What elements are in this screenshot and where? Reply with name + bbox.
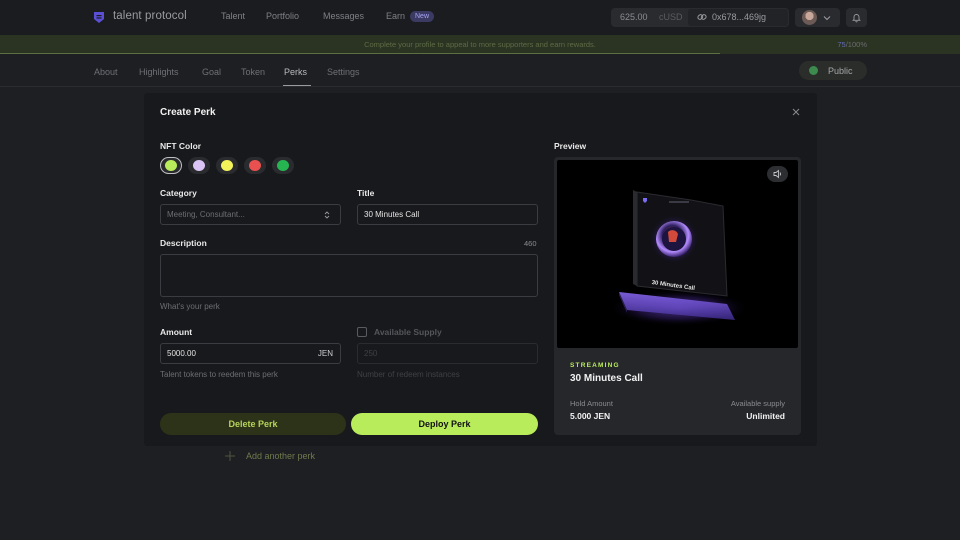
progress-value: 75 xyxy=(837,40,846,49)
swatch-dot xyxy=(277,160,289,171)
brand-name[interactable]: talent protocol xyxy=(113,10,187,22)
nav-link-talent[interactable]: Talent xyxy=(221,11,245,21)
category-placeholder: Meeting, Consultant... xyxy=(167,210,245,219)
title-label: Title xyxy=(357,188,375,198)
amount-currency-suffix: JEN xyxy=(317,349,333,358)
color-swatch-yellow[interactable] xyxy=(216,157,238,174)
add-another-perk-label: Add another perk xyxy=(246,451,316,461)
tab-goal[interactable]: Goal xyxy=(202,67,221,77)
category-select[interactable]: Meeting, Consultant... xyxy=(160,204,341,225)
banner-message: Complete your profile to appeal to more … xyxy=(364,40,596,49)
supply-placeholder: 250 xyxy=(364,349,378,358)
public-status-dot xyxy=(809,66,818,75)
bell-icon xyxy=(852,14,861,23)
avatar xyxy=(802,10,817,25)
color-swatch-green[interactable] xyxy=(272,157,294,174)
visibility-label: Public xyxy=(828,66,853,76)
nav-link-messages[interactable]: Messages xyxy=(323,11,364,21)
swatch-dot xyxy=(221,160,233,171)
balance-widget: 625.00 cUSD 0x678...469jg xyxy=(611,8,789,27)
nft-render xyxy=(609,190,749,326)
available-supply-input[interactable]: 250 xyxy=(357,343,538,364)
tab-token[interactable]: Token xyxy=(241,67,265,77)
description-textarea[interactable] xyxy=(160,254,538,297)
chevron-down-icon xyxy=(823,16,831,21)
create-perk-modal: Create Perk NFT Color Category Meeting, … xyxy=(144,93,817,446)
hold-amount-label: Hold Amount xyxy=(570,399,613,408)
amount-label: Amount xyxy=(160,327,193,337)
earn-new-badge: New xyxy=(410,11,435,22)
perk-preview-card: 30 Minutes Call STREAMING 30 Minutes Cal… xyxy=(554,157,801,435)
profile-menu-button[interactable] xyxy=(795,8,840,27)
title-input[interactable]: 30 Minutes Call xyxy=(357,204,538,225)
perk-type-tag: STREAMING xyxy=(570,362,620,369)
mute-button[interactable] xyxy=(767,166,788,182)
preview-label: Preview xyxy=(554,141,587,151)
link-icon xyxy=(697,14,707,20)
progress-total: /100% xyxy=(845,40,867,49)
swatch-dot xyxy=(249,160,261,171)
top-nav: talent protocol Talent Portfolio Message… xyxy=(0,0,960,35)
amount-input[interactable]: 5000.00 JEN xyxy=(160,343,341,364)
modal-title: Create Perk xyxy=(160,107,216,118)
tab-settings[interactable]: Settings xyxy=(327,67,360,77)
hold-amount-value: 5.000 JEN xyxy=(570,411,611,421)
tab-perks[interactable]: Perks xyxy=(284,67,307,77)
nav-link-portfolio[interactable]: Portfolio xyxy=(266,11,299,21)
available-supply-preview-value: Unlimited xyxy=(746,411,785,421)
tab-highlights[interactable]: Highlights xyxy=(139,67,179,77)
plus-icon xyxy=(225,451,235,461)
nft-color-label: NFT Color xyxy=(160,141,202,151)
amount-helper: Talent tokens to reedem this perk xyxy=(160,370,278,379)
swatch-dot xyxy=(193,160,205,171)
color-swatch-red[interactable] xyxy=(244,157,266,174)
volume-icon xyxy=(773,169,781,179)
description-char-counter: 460 xyxy=(524,239,537,248)
deploy-perk-button[interactable]: Deploy Perk xyxy=(351,413,538,435)
title-input-value: 30 Minutes Call xyxy=(364,210,420,219)
wallet-button[interactable]: 0x678...469jg xyxy=(688,9,788,26)
profile-completion-banner: Complete your profile to appeal to more … xyxy=(0,35,960,54)
close-icon[interactable] xyxy=(790,106,802,118)
notifications-button[interactable] xyxy=(846,8,867,27)
delete-perk-button[interactable]: Delete Perk xyxy=(160,413,346,435)
amount-input-value: 5000.00 xyxy=(167,349,196,358)
description-helper: What's your perk xyxy=(160,302,220,311)
nft-preview-image: 30 Minutes Call xyxy=(557,160,798,348)
visibility-toggle-button[interactable]: Public xyxy=(799,61,867,80)
banner-progress-count: 75/100% xyxy=(837,40,867,49)
color-swatch-lime[interactable] xyxy=(160,157,182,174)
perk-preview-title: 30 Minutes Call xyxy=(570,373,643,384)
supply-helper: Number of redeem instances xyxy=(357,370,460,378)
description-label: Description xyxy=(160,238,207,248)
nav-link-earn[interactable]: Earn xyxy=(386,11,405,21)
category-label: Category xyxy=(160,188,197,198)
swatch-dot xyxy=(165,160,177,171)
available-supply-checkbox[interactable] xyxy=(357,327,367,337)
available-supply-preview-label: Available supply xyxy=(730,399,785,408)
available-supply-label: Available Supply xyxy=(374,327,442,337)
talent-protocol-logo-icon[interactable] xyxy=(93,11,105,24)
active-tab-indicator xyxy=(283,85,311,86)
color-swatch-lavender[interactable] xyxy=(188,157,210,174)
tab-about[interactable]: About xyxy=(94,67,118,77)
wallet-address: 0x678...469jg xyxy=(712,12,767,22)
balance-currency: cUSD xyxy=(659,12,683,22)
balance-value: 625.00 xyxy=(620,12,648,22)
select-arrows-icon xyxy=(324,211,330,219)
